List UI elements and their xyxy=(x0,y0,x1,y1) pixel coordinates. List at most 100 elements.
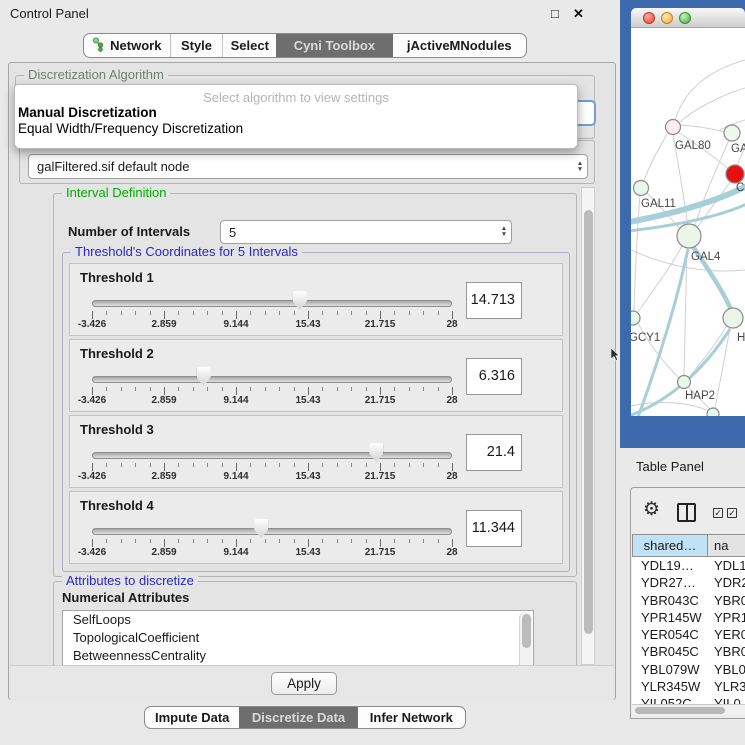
attribute-item[interactable]: SelfLoops xyxy=(63,611,533,629)
tab-select[interactable]: Select xyxy=(222,34,276,57)
network-node[interactable] xyxy=(724,125,740,141)
checked-box-icon[interactable]: ✓ xyxy=(727,508,737,518)
cyni-toolbox-panel: Discretization Algorithm Table Data galF… xyxy=(8,62,616,700)
cell-name: YDL1 xyxy=(708,557,745,574)
column-header-shared[interactable]: shared… xyxy=(632,534,708,557)
cell-name: YDR2 xyxy=(708,574,745,591)
threshold-panel: Threshold 3-3.4262.8599.14415.4321.71528… xyxy=(69,415,563,488)
network-node[interactable] xyxy=(631,311,640,325)
slider-track[interactable] xyxy=(92,300,452,307)
apply-bar: Apply xyxy=(10,665,614,701)
threshold-value-field[interactable]: 21.4 xyxy=(466,434,522,471)
tick-label: -3.426 xyxy=(78,471,106,482)
interval-definition-group: Interval Definition Number of Intervals … xyxy=(53,193,577,577)
close-traffic-light-icon[interactable] xyxy=(643,12,655,24)
slider-thumb[interactable] xyxy=(293,291,307,310)
table-row[interactable]: YDR27…YDR2 xyxy=(632,574,745,591)
algorithm-dropdown-popup: Select algorithm to view settings Manual… xyxy=(14,84,578,149)
table-row[interactable]: YBR045CYBR0 xyxy=(632,643,745,660)
split-columns-icon[interactable] xyxy=(677,503,696,522)
node-label: GAL11 xyxy=(641,198,676,210)
cell-shared-name: YBR043C xyxy=(632,592,708,609)
network-node[interactable] xyxy=(726,165,744,183)
checked-box-icon[interactable]: ✓ xyxy=(713,508,723,518)
cell-shared-name: YDR27… xyxy=(632,574,708,591)
zoom-traffic-light-icon[interactable] xyxy=(679,12,691,24)
table-hscrollbar[interactable] xyxy=(632,704,745,715)
float-window-icon[interactable]: □ xyxy=(551,6,559,21)
threshold-value-field[interactable]: 6.316 xyxy=(466,358,522,395)
control-panel-tabbar: Network Style Select Cyni Toolbox jActiv… xyxy=(83,33,527,58)
table-row[interactable]: YLR345WYLR3 xyxy=(632,678,745,695)
control-panel-title: Control Panel xyxy=(10,6,89,21)
slider-thumb[interactable] xyxy=(197,367,211,386)
group-label: Attributes to discretize xyxy=(62,574,198,588)
threshold-label: Threshold 1 xyxy=(80,270,154,285)
tab-cyni-toolbox[interactable]: Cyni Toolbox xyxy=(276,34,392,57)
tab-label: Infer Network xyxy=(370,710,453,725)
group-label: Discretization Algorithm xyxy=(24,68,168,82)
tab-label: Select xyxy=(231,38,269,53)
tick-label: 9.144 xyxy=(223,547,248,558)
attribute-item[interactable]: BetweennessCentrality xyxy=(63,647,533,665)
table-row[interactable]: YBL079WYBL0 xyxy=(632,661,745,678)
tab-jactivemnodules[interactable]: jActiveMNodules xyxy=(393,34,526,57)
slider-track[interactable] xyxy=(92,452,452,459)
apply-button[interactable]: Apply xyxy=(271,672,337,695)
tab-style[interactable]: Style xyxy=(170,34,223,57)
cell-shared-name: YDL19… xyxy=(632,557,708,574)
tab-discretize-data[interactable]: Discretize Data xyxy=(239,707,357,728)
menu-item-manual-discretization[interactable]: Manual Discretization xyxy=(18,105,157,120)
screen: Control Panel □ ✕ Network Style Select C… xyxy=(0,0,745,745)
tab-network[interactable]: Network xyxy=(84,34,170,57)
table-panel-toolbar: ⚙ ✓ ✓ xyxy=(631,488,745,534)
table-row[interactable]: YPR145WYPR1 xyxy=(632,609,745,626)
cell-shared-name: YBL079W xyxy=(632,661,708,678)
tick-label: 21.715 xyxy=(365,471,396,482)
network-node[interactable] xyxy=(723,308,743,328)
threshold-value-field[interactable]: 11.344 xyxy=(466,510,522,547)
attribute-item[interactable]: TopologicalCoefficient xyxy=(63,629,533,647)
cell-shared-name: YER054C xyxy=(632,626,708,643)
table-row[interactable]: YBR043CYBR0 xyxy=(632,592,745,609)
slider-track[interactable] xyxy=(92,376,452,383)
tab-impute-data[interactable]: Impute Data xyxy=(145,707,239,728)
cell-shared-name: YLR345W xyxy=(632,678,708,695)
minimize-traffic-light-icon[interactable] xyxy=(661,12,673,24)
threshold-value-field[interactable]: 14.713 xyxy=(466,282,522,319)
network-node[interactable] xyxy=(678,376,691,389)
network-node[interactable] xyxy=(707,408,719,416)
table-row[interactable]: YDL19…YDL1 xyxy=(632,557,745,574)
attributes-scrollbar[interactable] xyxy=(519,612,532,665)
column-header-name[interactable]: na xyxy=(708,534,745,557)
threshold-panel: Threshold 1-3.4262.8599.14415.4321.71528… xyxy=(69,263,563,336)
close-icon[interactable]: ✕ xyxy=(573,6,584,22)
threshold-label: Threshold 2 xyxy=(80,346,154,361)
slider-thumb[interactable] xyxy=(254,519,268,538)
network-window-frame: GAL80GACGAL11GAL4GCY1HHAP2 xyxy=(620,0,745,448)
stepper-arrows-icon[interactable]: ▲▼ xyxy=(573,161,587,173)
table-hscroll-thumb[interactable] xyxy=(635,707,725,714)
threshold-panel: Threshold 2-3.4262.8599.14415.4321.71528… xyxy=(69,339,563,412)
network-node[interactable] xyxy=(666,120,681,135)
number-of-intervals-combobox[interactable]: 5 ▲▼ xyxy=(220,220,512,244)
tick-label: 15.43 xyxy=(295,319,320,330)
slider-thumb[interactable] xyxy=(369,443,383,462)
tick-label: 15.43 xyxy=(295,547,320,558)
network-window-titlebar[interactable] xyxy=(631,8,745,28)
tab-infer-network[interactable]: Infer Network xyxy=(358,707,465,728)
menu-item-equal-width-frequency[interactable]: Equal Width/Frequency Discretization xyxy=(18,121,243,136)
slider-track[interactable] xyxy=(92,528,452,535)
stepper-arrows-icon[interactable]: ▲▼ xyxy=(497,226,511,238)
tab-label: Cyni Toolbox xyxy=(294,38,375,53)
network-node[interactable] xyxy=(634,181,649,196)
network-view-canvas[interactable]: GAL80GACGAL11GAL4GCY1HHAP2 xyxy=(631,28,745,416)
numerical-attributes-list[interactable]: SelfLoopsTopologicalCoefficientBetweenne… xyxy=(62,610,534,665)
table-row[interactable]: YER054CYER0 xyxy=(632,626,745,643)
gear-icon[interactable]: ⚙ xyxy=(643,498,660,521)
node-label: GA xyxy=(731,143,745,155)
table-data-combobox[interactable]: galFiltered.sif default node ▲▼ xyxy=(28,154,588,179)
group-label: Interval Definition xyxy=(62,187,170,200)
network-node[interactable] xyxy=(677,224,701,248)
settings-scrollbar[interactable] xyxy=(581,187,595,665)
